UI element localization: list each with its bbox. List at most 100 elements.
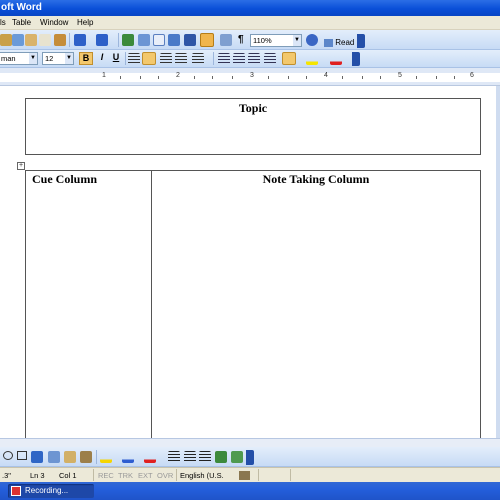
ruler-tick xyxy=(120,76,121,79)
note-column-header: Note Taking Column xyxy=(262,172,370,186)
insert-table-icon[interactable] xyxy=(153,34,165,46)
font-name-dropdown[interactable]: man ▼ xyxy=(0,52,38,65)
menu-window[interactable]: Window xyxy=(40,18,68,27)
line-color-icon[interactable] xyxy=(122,451,134,463)
dash-style-icon[interactable] xyxy=(184,451,196,463)
taskbar: Recording... xyxy=(0,482,500,500)
redo-icon[interactable] xyxy=(96,34,108,46)
justify-icon[interactable] xyxy=(175,53,187,65)
font-color-icon[interactable] xyxy=(330,53,342,65)
separator xyxy=(96,450,97,464)
font-size-value: 12 xyxy=(45,54,54,63)
toolbar-options-icon[interactable] xyxy=(246,450,254,465)
ruler-tick xyxy=(140,76,141,79)
fill-color-icon[interactable] xyxy=(100,451,112,463)
insert-excel-icon[interactable] xyxy=(168,34,180,46)
menu-bar: ls Table Window Help xyxy=(0,16,500,30)
columns-icon[interactable] xyxy=(184,34,196,46)
border-icon[interactable] xyxy=(282,52,296,65)
vertical-scrollbar[interactable] xyxy=(496,86,500,438)
tables-borders-icon[interactable] xyxy=(138,34,150,46)
increase-indent-icon[interactable] xyxy=(264,53,276,65)
ruler-tick xyxy=(194,76,195,79)
topic-box[interactable]: Topic xyxy=(25,98,481,155)
menu-help[interactable]: Help xyxy=(77,18,93,27)
read-button[interactable]: Read xyxy=(323,36,359,49)
shadow-icon[interactable] xyxy=(215,451,227,463)
status-line: Ln 3 xyxy=(30,471,45,480)
status-language[interactable]: English (U.S. xyxy=(180,471,224,480)
font-size-dropdown[interactable]: 12 ▼ xyxy=(42,52,74,65)
status-at: .3" xyxy=(2,471,11,480)
textbox-icon[interactable] xyxy=(17,451,27,460)
status-ovr[interactable]: OVR xyxy=(157,471,173,480)
drawing-icon[interactable] xyxy=(200,33,214,47)
numbering-icon[interactable] xyxy=(218,53,230,65)
ruler-label: 3 xyxy=(250,72,254,79)
drawing-toolbar xyxy=(0,447,500,467)
line-spacing-icon[interactable] xyxy=(192,53,204,65)
arrow-style-icon[interactable] xyxy=(199,451,211,463)
status-divider xyxy=(93,469,94,481)
highlight-icon[interactable] xyxy=(306,53,318,65)
spelling-icon[interactable] xyxy=(12,34,24,46)
decrease-indent-icon[interactable] xyxy=(248,53,260,65)
table-move-handle-icon[interactable]: + xyxy=(17,162,25,170)
copy-icon[interactable] xyxy=(39,34,51,46)
align-right-icon[interactable] xyxy=(160,53,172,65)
taskbar-item-label: Recording... xyxy=(25,486,69,495)
menu-table[interactable]: Table xyxy=(12,18,31,27)
italic-button[interactable]: I xyxy=(96,52,108,62)
draw-font-color-icon[interactable] xyxy=(144,451,156,463)
status-rec[interactable]: REC xyxy=(98,471,114,480)
line-style-icon[interactable] xyxy=(168,451,180,463)
document-page[interactable]: Topic + Cue Column Note Taking Column xyxy=(0,86,496,438)
toolbar-options-icon[interactable] xyxy=(352,52,360,66)
horizontal-ruler[interactable]: 1 2 3 4 5 6 xyxy=(0,68,500,86)
align-center-icon[interactable] xyxy=(142,52,156,65)
ruler-tick xyxy=(306,76,307,79)
menu-tools[interactable]: ls xyxy=(0,18,6,27)
topic-heading: Topic xyxy=(238,101,268,115)
clipart-icon[interactable] xyxy=(64,451,76,463)
hyperlink-icon[interactable] xyxy=(122,34,134,46)
chevron-down-icon[interactable]: ▼ xyxy=(293,35,301,46)
picture-icon[interactable] xyxy=(80,451,92,463)
ruler-tick xyxy=(268,76,269,79)
separator xyxy=(69,33,70,47)
notes-table[interactable]: Cue Column Note Taking Column xyxy=(25,170,481,438)
status-divider xyxy=(258,469,259,481)
ruler-label: 4 xyxy=(324,72,328,79)
ruler-tick xyxy=(232,76,233,79)
taskbar-item-recording[interactable]: Recording... xyxy=(8,484,94,498)
ruler-tick xyxy=(362,76,363,79)
spelling-status-icon[interactable] xyxy=(239,471,250,480)
align-left-icon[interactable] xyxy=(128,53,140,65)
ruler-tick xyxy=(342,76,343,79)
document-map-icon[interactable] xyxy=(220,34,232,46)
help-icon[interactable] xyxy=(306,34,318,46)
3d-icon[interactable] xyxy=(231,451,243,463)
status-ext[interactable]: EXT xyxy=(138,471,153,480)
document-area[interactable]: Topic + Cue Column Note Taking Column xyxy=(0,86,500,438)
oval-icon[interactable] xyxy=(3,451,13,460)
show-hide-icon[interactable]: ¶ xyxy=(238,34,244,45)
ruler-tick xyxy=(380,76,381,79)
status-trk[interactable]: TRK xyxy=(118,471,133,480)
bullets-icon[interactable] xyxy=(233,53,245,65)
cut-icon[interactable] xyxy=(25,34,37,46)
underline-button[interactable]: U xyxy=(110,52,122,62)
undo-icon[interactable] xyxy=(74,34,86,46)
chevron-down-icon[interactable]: ▼ xyxy=(65,53,73,64)
zoom-dropdown[interactable]: 110% ▼ xyxy=(250,34,302,47)
paste-icon[interactable] xyxy=(54,34,66,46)
wordart-icon[interactable] xyxy=(31,451,43,463)
horizontal-scrollbar[interactable] xyxy=(0,438,500,447)
column-divider[interactable] xyxy=(151,171,152,438)
chevron-down-icon[interactable]: ▼ xyxy=(29,53,37,64)
cue-column-header: Cue Column xyxy=(32,172,98,186)
separator xyxy=(213,52,214,65)
print-icon[interactable] xyxy=(0,34,12,46)
bold-button[interactable]: B xyxy=(79,52,93,65)
diagram-icon[interactable] xyxy=(48,451,60,463)
